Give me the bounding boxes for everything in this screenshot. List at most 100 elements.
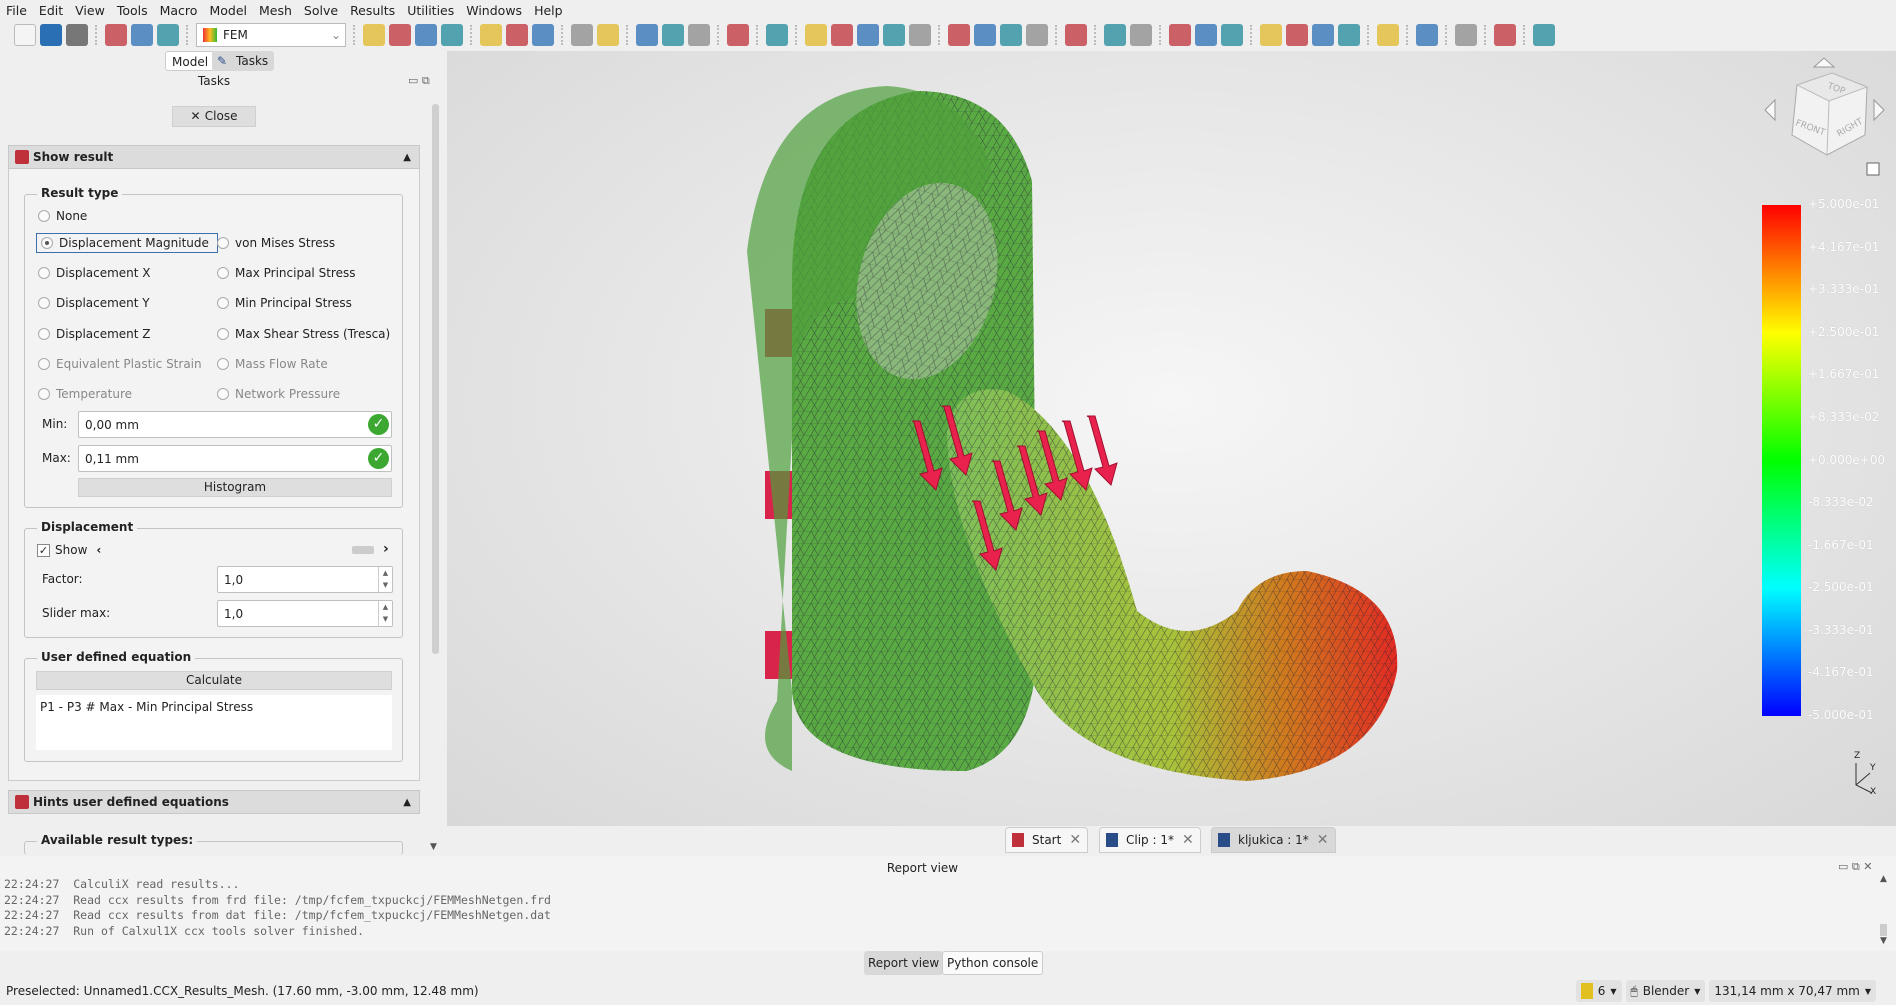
slider-max-spinbox[interactable]: 1,0 ▲ ▼ bbox=[217, 600, 393, 627]
close-button[interactable]: ✕ Close bbox=[172, 106, 256, 127]
radio-displacement-y[interactable]: Displacement Y bbox=[38, 296, 150, 310]
particles-icon[interactable] bbox=[909, 23, 931, 46]
menu-tools[interactable]: Tools bbox=[117, 3, 148, 18]
tab-tasks[interactable]: ✎ Tasks bbox=[212, 51, 275, 71]
flow-icon[interactable] bbox=[1130, 23, 1152, 46]
hints-header[interactable]: Hints user defined equations ▲ bbox=[8, 790, 420, 814]
fit-selection-icon[interactable] bbox=[389, 23, 411, 46]
dimension-selector[interactable]: 131,14 mm x 70,47 mm ▼ bbox=[1709, 980, 1876, 1002]
3d-viewport[interactable]: TOP FRONT RIGHT Z Y X bbox=[447, 51, 1896, 826]
radio-displacement-magnitude[interactable]: Displacement Magnitude bbox=[36, 233, 218, 253]
text-icon[interactable] bbox=[766, 23, 788, 46]
whats-this-icon[interactable] bbox=[727, 23, 749, 46]
equation-textarea[interactable]: P1 - P3 # Max - Min Principal Stress bbox=[36, 695, 392, 750]
zoom-icon[interactable] bbox=[532, 23, 554, 46]
displacement-slider-handle[interactable] bbox=[352, 546, 374, 554]
sync-view-icon[interactable] bbox=[480, 23, 502, 46]
scrollbar-thumb[interactable] bbox=[432, 104, 439, 654]
show-displacement-checkbox[interactable]: ✓ Show ‹ bbox=[37, 543, 101, 557]
cone-icon[interactable] bbox=[831, 23, 853, 46]
menu-windows[interactable]: Windows bbox=[466, 3, 522, 18]
measure-icon[interactable] bbox=[571, 23, 593, 46]
menu-model[interactable]: Model bbox=[209, 3, 247, 18]
draw-style-icon[interactable] bbox=[441, 23, 463, 46]
menu-help[interactable]: Help bbox=[534, 3, 563, 18]
task-panel-scrollbar[interactable]: ▼ bbox=[430, 104, 441, 854]
max-input[interactable]: 0,11 mm ✓ bbox=[78, 445, 392, 472]
fem-result-model[interactable] bbox=[447, 51, 1896, 826]
plane-icon[interactable] bbox=[857, 23, 879, 46]
menu-results[interactable]: Results bbox=[350, 3, 395, 18]
save-icon[interactable] bbox=[66, 23, 88, 46]
spin-arrows-icon[interactable]: ▲ ▼ bbox=[378, 601, 392, 626]
calculate-button[interactable]: Calculate bbox=[36, 671, 392, 690]
constraint-fixed-icon[interactable] bbox=[1065, 23, 1087, 46]
panel-float-icons[interactable]: ▭ ⧉ bbox=[408, 74, 430, 88]
radio-network-pressure[interactable]: Network Pressure bbox=[217, 387, 340, 401]
part-icon[interactable] bbox=[636, 23, 658, 46]
slider-right-arrow-icon[interactable]: › bbox=[383, 541, 389, 557]
mesh-icon[interactable] bbox=[1377, 23, 1399, 46]
beam-icon[interactable] bbox=[974, 23, 996, 46]
menu-view[interactable]: View bbox=[75, 3, 105, 18]
solver-icon[interactable] bbox=[1416, 23, 1438, 46]
tab-model[interactable]: Model bbox=[165, 51, 216, 71]
close-tab-icon[interactable]: ✕ bbox=[1069, 832, 1081, 848]
doc-tab-2[interactable]: kljukica : 1* ✕ bbox=[1211, 827, 1336, 853]
close-tab-icon[interactable]: ✕ bbox=[1317, 832, 1329, 848]
navigation-cube[interactable]: TOP FRONT RIGHT bbox=[1757, 55, 1892, 183]
factor-spinbox[interactable]: 1,0 ▲ ▼ bbox=[217, 566, 393, 593]
menu-mesh[interactable]: Mesh bbox=[259, 3, 292, 18]
menu-file[interactable]: File bbox=[6, 3, 27, 18]
radio-temperature[interactable]: Temperature bbox=[38, 387, 132, 401]
menu-utilities[interactable]: Utilities bbox=[407, 3, 454, 18]
doc-tab-1[interactable]: Clip : 1* ✕ bbox=[1099, 827, 1201, 853]
menu-macro[interactable]: Macro bbox=[160, 3, 198, 18]
navigation-style-selector[interactable]: 🖱 Blender ▼ bbox=[1625, 980, 1706, 1002]
report-window-controls[interactable]: ▭ ⧉ ✕ bbox=[1838, 860, 1872, 874]
partial-icon[interactable] bbox=[883, 23, 905, 46]
radio-displacement-z[interactable]: Displacement Z bbox=[38, 327, 151, 341]
post-icon[interactable] bbox=[1533, 23, 1555, 46]
flux-icon[interactable] bbox=[1312, 23, 1334, 46]
report-scrollbar[interactable]: ▲ ▼ bbox=[1880, 874, 1892, 950]
group-icon[interactable] bbox=[662, 23, 684, 46]
fluid-icon[interactable] bbox=[1026, 23, 1048, 46]
body-heat-icon[interactable] bbox=[1338, 23, 1360, 46]
radio-equivalent-plastic-strain[interactable]: Equivalent Plastic Strain bbox=[38, 357, 202, 371]
radio-max-principal-stress[interactable]: Max Principal Stress bbox=[217, 266, 355, 280]
temp-icon[interactable] bbox=[1286, 23, 1308, 46]
heat-icon[interactable] bbox=[1260, 23, 1282, 46]
link-icon[interactable] bbox=[688, 23, 710, 46]
solid-icon[interactable] bbox=[948, 23, 970, 46]
undo-icon[interactable] bbox=[105, 23, 127, 46]
pressure-icon[interactable] bbox=[1195, 23, 1217, 46]
menu-edit[interactable]: Edit bbox=[39, 3, 63, 18]
sphere-icon[interactable] bbox=[805, 23, 827, 46]
open-icon[interactable] bbox=[40, 23, 62, 46]
displacement-icon[interactable] bbox=[1221, 23, 1243, 46]
std-views-icon[interactable] bbox=[415, 23, 437, 46]
view-box-zoom-icon[interactable] bbox=[506, 23, 528, 46]
refresh-icon[interactable] bbox=[157, 23, 179, 46]
clip-icon[interactable] bbox=[1494, 23, 1516, 46]
wave-icon[interactable] bbox=[1104, 23, 1126, 46]
tab-report-view[interactable]: Report view bbox=[864, 951, 944, 975]
spin-arrows-icon[interactable]: ▲ ▼ bbox=[378, 567, 392, 592]
fit-all-icon[interactable] bbox=[363, 23, 385, 46]
min-input[interactable]: 0,00 mm ✓ bbox=[78, 411, 392, 438]
results-icon[interactable] bbox=[1455, 23, 1477, 46]
radio-none[interactable]: None bbox=[38, 209, 87, 223]
redo-icon[interactable] bbox=[131, 23, 153, 46]
collapse-icon[interactable]: ▲ bbox=[403, 797, 411, 808]
scroll-down-icon[interactable]: ▼ bbox=[430, 842, 437, 852]
collapse-icon[interactable]: ▲ bbox=[403, 152, 411, 163]
measure-angle-icon[interactable] bbox=[597, 23, 619, 46]
doc-tab-0[interactable]: Start ✕ bbox=[1005, 827, 1089, 853]
layer-selector[interactable]: 6 ▼ bbox=[1575, 980, 1622, 1002]
show-result-header[interactable]: Show result ▲ bbox=[8, 145, 420, 169]
force-icon[interactable] bbox=[1169, 23, 1191, 46]
radio-min-principal-stress[interactable]: Min Principal Stress bbox=[217, 296, 352, 310]
radio-max-shear-stress-tresca[interactable]: Max Shear Stress (Tresca) bbox=[217, 327, 390, 341]
radio-von-mises-stress[interactable]: von Mises Stress bbox=[217, 236, 335, 250]
